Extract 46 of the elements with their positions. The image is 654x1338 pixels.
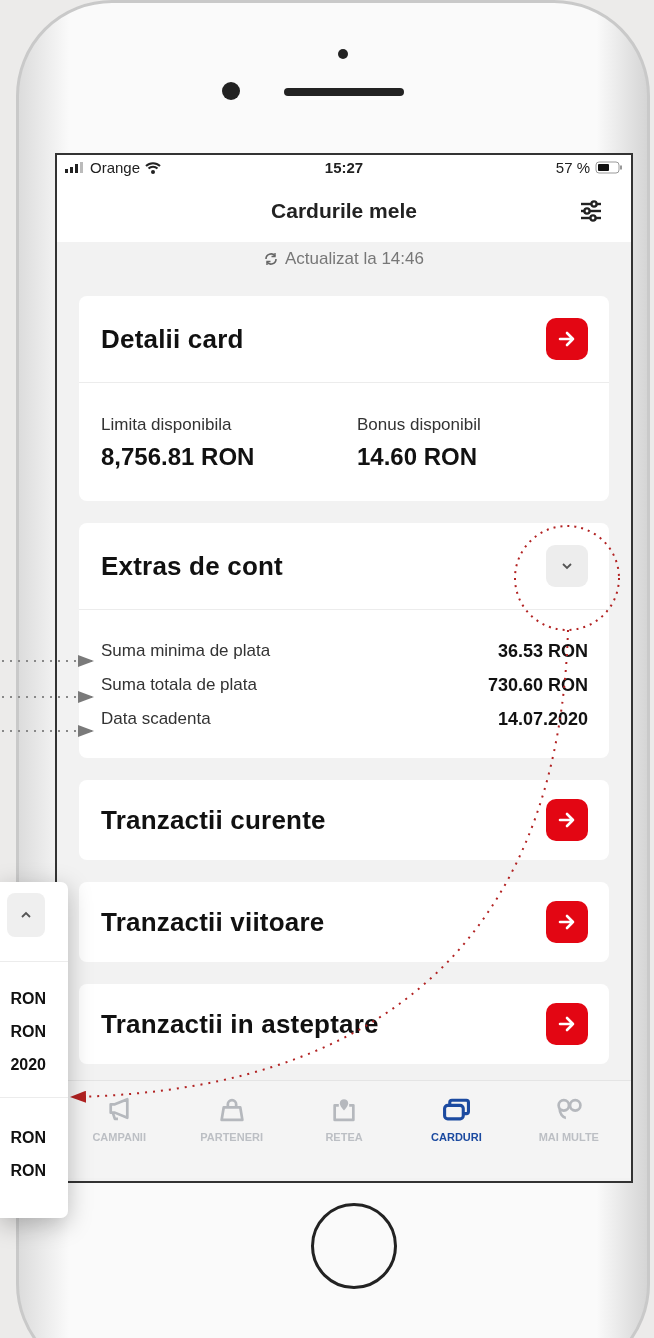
field-value: 8,756.81 RON (101, 443, 256, 471)
screen-title: Cardurile mele (271, 199, 417, 223)
wifi-icon (145, 161, 162, 174)
open-arrow-button[interactable] (546, 901, 588, 943)
card-title: Tranzactii in asteptare (101, 1008, 379, 1040)
collapse-toggle-button[interactable] (7, 893, 45, 937)
row-label: Data scadenta (101, 709, 211, 729)
card-title: Extras de cont (101, 550, 283, 582)
tab-item[interactable]: CARDURI (400, 1095, 513, 1178)
open-arrow-button[interactable] (546, 318, 588, 360)
row-label: Suma minima de plata (101, 641, 271, 661)
filter-settings-icon[interactable] (579, 200, 603, 222)
last-updated-text: Actualizat la 14:46 (285, 248, 424, 269)
sensor-icon (338, 49, 348, 59)
chevron-up-icon (20, 911, 32, 919)
tab-item[interactable]: PARTENERI (175, 1095, 288, 1178)
tab-item[interactable]: CAMPANII (63, 1095, 176, 1178)
row-label: Suma totala de plata (101, 675, 257, 695)
row-value: RON (10, 1128, 46, 1148)
carrier-name: Orange (90, 159, 141, 176)
tab-item[interactable]: MAI MULTE (512, 1095, 626, 1178)
open-arrow-button[interactable] (546, 799, 588, 841)
tab-item[interactable]: RETEA (287, 1095, 401, 1178)
field-label: Limita disponibila (101, 415, 233, 435)
home-button[interactable] (311, 1203, 397, 1289)
row-value: RON (10, 989, 46, 1009)
signal-icon (65, 162, 85, 173)
battery-icon (595, 161, 623, 174)
clock-time: 15:27 (324, 159, 364, 176)
refresh-icon[interactable] (264, 251, 279, 266)
battery-percent: 57 % (555, 159, 590, 176)
field-value: 14.60 RON (357, 443, 479, 471)
row-value: 2020 (10, 1055, 46, 1075)
card-title: Tranzactii viitoare (101, 906, 325, 938)
row-value: 730.60 RON (487, 674, 588, 696)
expand-toggle-button[interactable] (546, 545, 588, 587)
row-value: RON (10, 1022, 46, 1042)
field-label: Bonus disponibil (357, 415, 482, 435)
front-camera-icon (222, 82, 240, 100)
chevron-down-icon (561, 562, 573, 570)
row-value: RON (10, 1161, 46, 1181)
row-value: 14.07.2020 (497, 708, 588, 730)
open-arrow-button[interactable] (546, 1003, 588, 1045)
card-title: Detalii card (101, 323, 244, 355)
card-title: Tranzactii curente (101, 804, 326, 836)
row-value: 36.53 RON (497, 640, 588, 662)
